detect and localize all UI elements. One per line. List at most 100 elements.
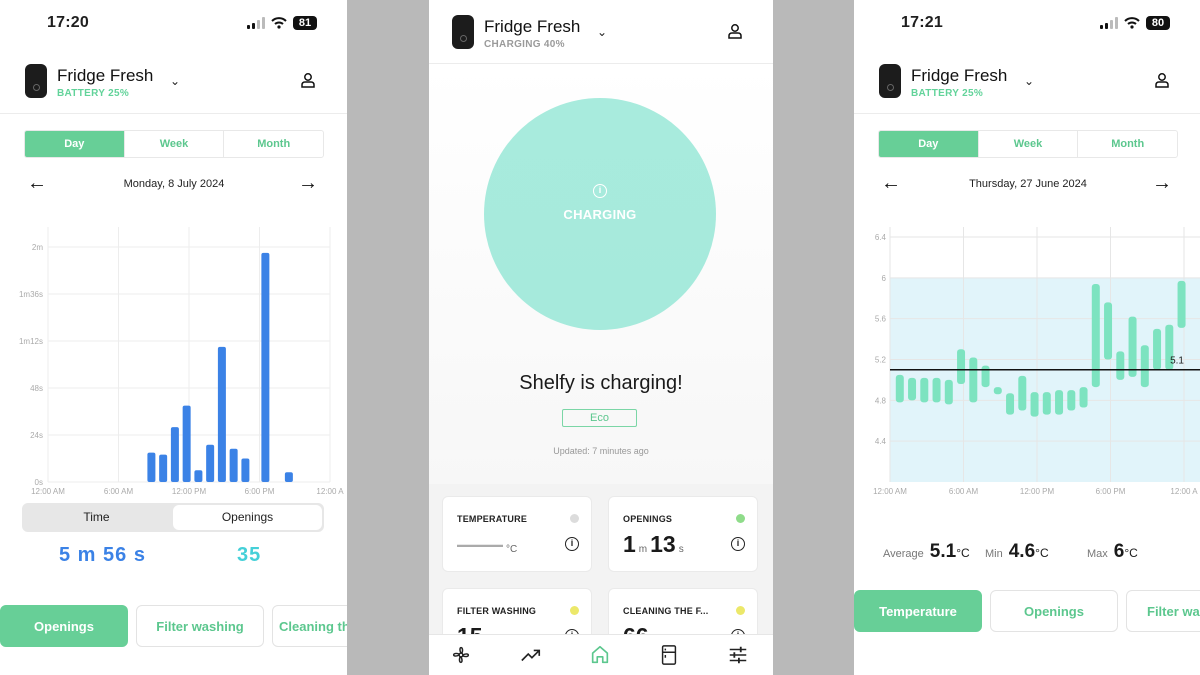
range-bar — [932, 377, 941, 403]
tab-month[interactable]: Month — [223, 131, 323, 157]
range-bar — [1153, 328, 1162, 370]
bar — [261, 252, 270, 482]
date-navigator: ← Monday, 8 July 2024 → — [24, 172, 324, 196]
range-bar — [1006, 393, 1015, 415]
openings-button[interactable]: Openings — [990, 590, 1118, 632]
info-icon[interactable]: i — [565, 537, 579, 551]
filter-washing-button[interactable]: Filter washing — [136, 605, 264, 647]
x-tick-label: 6:00 AM — [949, 487, 979, 496]
card-title: OPENINGS — [623, 514, 673, 524]
metric-toggle[interactable]: Time Openings — [22, 503, 324, 532]
range-bar — [957, 349, 966, 384]
y-tick-label: 6.4 — [875, 233, 887, 242]
battery-indicator: 81 — [293, 16, 317, 30]
info-icon[interactable]: i — [731, 537, 745, 551]
charging-message: Shelfy is charging! — [519, 372, 683, 394]
device-name: Fridge Fresh — [911, 66, 1008, 85]
y-tick-label: 4.4 — [875, 437, 887, 446]
y-tick-label: 6 — [882, 274, 887, 283]
battery-indicator: 80 — [1146, 16, 1170, 30]
info-icon[interactable]: i — [593, 184, 607, 198]
date-navigator: ← Thursday, 27 June 2024 → — [878, 172, 1178, 196]
device-header[interactable]: Fridge Fresh BATTERY 25% ⌄ — [25, 64, 347, 99]
x-tick-label: 6:00 PM — [245, 487, 275, 496]
screen-openings-day: 17:20 81 Fridge Fresh BATTERY 25% ⌄ Day … — [0, 0, 347, 675]
x-tick-label: 12:00 PM — [1020, 487, 1055, 496]
status-dot — [570, 514, 579, 523]
status-dot — [736, 514, 745, 523]
tab-day[interactable]: Day — [879, 131, 978, 157]
device-icon — [25, 64, 47, 98]
range-bar — [969, 357, 978, 403]
openings-card[interactable]: OPENINGS 1 m 13 s i — [608, 496, 758, 572]
fan-icon[interactable] — [449, 644, 473, 666]
tab-week[interactable]: Week — [123, 131, 224, 157]
tab-day[interactable]: Day — [25, 131, 124, 157]
chevron-down-icon[interactable]: ⌄ — [1024, 74, 1034, 88]
toggle-time[interactable]: Time — [22, 503, 171, 532]
range-bar — [1091, 283, 1100, 388]
divider — [854, 113, 1200, 114]
status-time: 17:20 — [47, 14, 89, 31]
openings-button[interactable]: Openings — [0, 605, 128, 647]
card-title: TEMPERATURE — [457, 514, 528, 524]
range-bar — [1018, 375, 1027, 411]
user-icon[interactable] — [300, 72, 316, 88]
temperature-card[interactable]: TEMPERATURE —— °C i — [442, 496, 592, 572]
bar — [170, 427, 179, 482]
device-header[interactable]: Fridge Fresh BATTERY 25% ⌄ — [879, 64, 1200, 99]
toggle-openings[interactable]: Openings — [173, 505, 322, 530]
device-name: Fridge Fresh — [57, 66, 154, 85]
bar — [194, 470, 203, 482]
period-selector[interactable]: Day Week Month — [24, 130, 324, 158]
filter-washing-button[interactable]: Filter was — [1126, 590, 1200, 632]
home-icon[interactable] — [588, 644, 612, 666]
y-tick-label: 5.2 — [875, 356, 887, 365]
x-tick-label: 12:00 PM — [172, 487, 207, 496]
x-tick-label: 6:00 PM — [1096, 487, 1126, 496]
cleaning-button[interactable]: Cleaning the — [272, 605, 347, 647]
device-header[interactable]: Fridge Fresh CHARGING 40% ⌄ — [452, 15, 773, 50]
signal-icon — [247, 17, 265, 29]
range-bar — [1067, 390, 1076, 411]
range-bar — [944, 379, 953, 405]
temperature-chart: 4.4 4.8 5.2 5.6 6 6.4 12:00 AM 6:00 AM 12:00 PM 6… — [873, 227, 1200, 496]
divider — [0, 113, 347, 114]
date-label: Thursday, 27 June 2024 — [969, 178, 1087, 190]
arrow-right-icon[interactable]: → — [298, 172, 318, 195]
average-stat: Average 5.1°C — [883, 541, 970, 562]
updated-text: Updated: 7 minutes ago — [553, 446, 649, 456]
range-bar — [895, 374, 904, 403]
bar — [284, 472, 293, 482]
bar — [147, 452, 156, 482]
tab-week[interactable]: Week — [977, 131, 1078, 157]
device-name: Fridge Fresh — [484, 17, 581, 36]
average-line-label: 5.1 — [1170, 356, 1184, 367]
category-buttons: Openings Filter washing Cleaning the — [0, 605, 347, 647]
chevron-down-icon[interactable]: ⌄ — [170, 74, 180, 88]
trend-icon[interactable] — [519, 644, 543, 666]
bar — [206, 444, 215, 482]
mode-badge[interactable]: Eco — [562, 409, 637, 427]
range-bar — [1177, 280, 1186, 328]
tab-month[interactable]: Month — [1077, 131, 1177, 157]
range-bar — [1104, 302, 1113, 360]
fridge-icon[interactable] — [657, 644, 681, 666]
status-dot — [736, 606, 745, 615]
bar — [217, 346, 226, 482]
user-icon[interactable] — [727, 23, 743, 39]
chevron-down-icon[interactable]: ⌄ — [597, 25, 607, 39]
wifi-icon — [271, 17, 287, 29]
x-tick-label: 12:00 AM — [31, 487, 65, 496]
x-tick-label: 12:00 A — [1170, 487, 1198, 496]
arrow-right-icon[interactable]: → — [1152, 172, 1172, 195]
sliders-icon[interactable] — [726, 644, 750, 666]
period-selector[interactable]: Day Week Month — [878, 130, 1178, 158]
user-icon[interactable] — [1154, 72, 1170, 88]
screen-charging: Fridge Fresh CHARGING 40% ⌄ i CHARGING S… — [429, 0, 773, 675]
bar — [229, 448, 238, 482]
bar — [182, 405, 191, 482]
temperature-button[interactable]: Temperature — [854, 590, 982, 632]
bar — [159, 454, 168, 482]
openings-count-value: 35 — [237, 544, 262, 566]
